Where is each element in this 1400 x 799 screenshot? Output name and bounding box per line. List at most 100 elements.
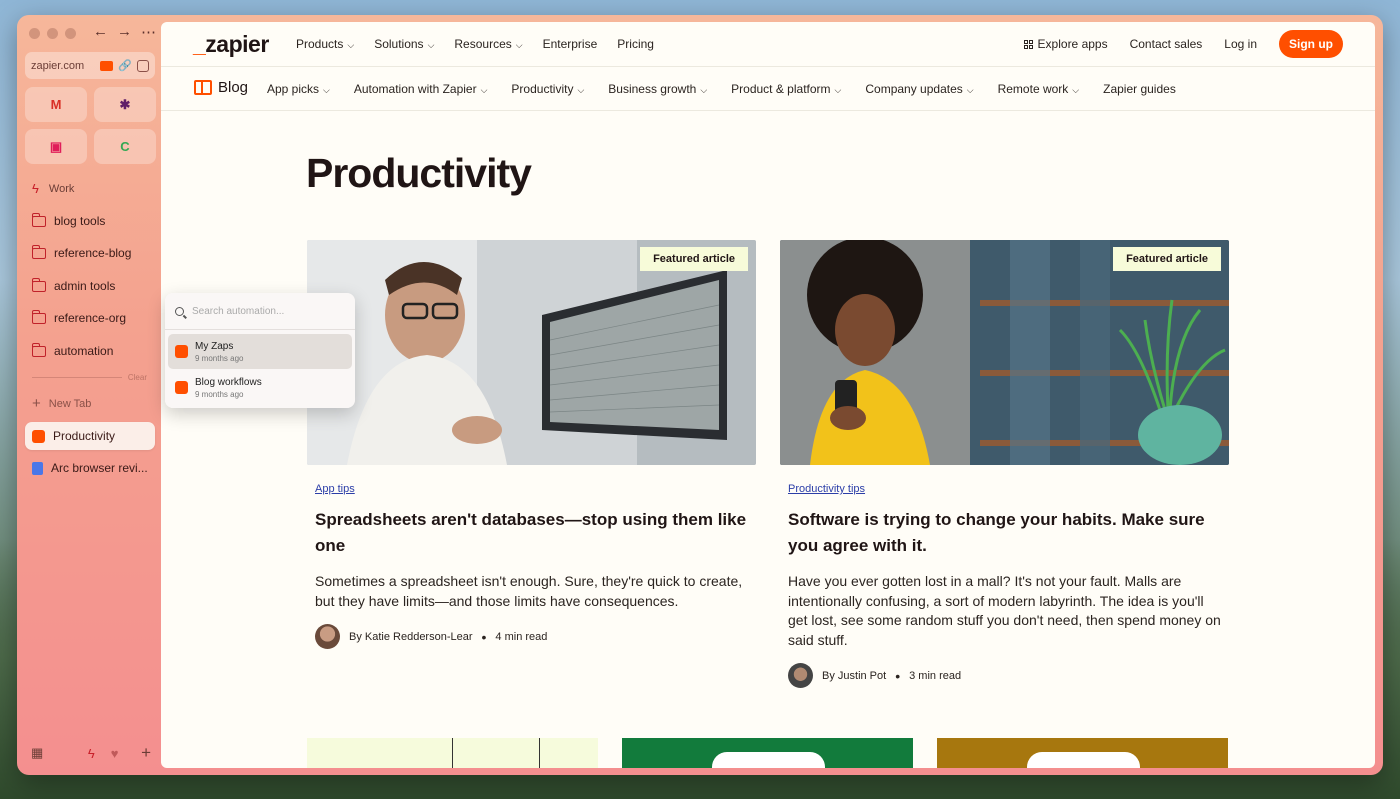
blog-nav-automation[interactable]: Automation with Zapier ⌵ <box>354 82 488 96</box>
sidebar-item-label: blog tools <box>54 214 106 228</box>
tabs-divider: Clear <box>32 373 147 382</box>
article-thumbnail[interactable] <box>937 738 1228 768</box>
sidebar-item-label: automation <box>54 344 114 358</box>
nav-enterprise[interactable]: Enterprise <box>543 37 598 51</box>
zapier-icon <box>175 345 188 358</box>
chevron-down-icon: ⌵ <box>323 85 330 95</box>
close-window-button[interactable] <box>29 28 40 39</box>
plus-icon: + <box>32 395 41 412</box>
forward-arrow-icon[interactable]: → <box>117 23 132 41</box>
blog-nav-company-updates[interactable]: Company updates ⌵ <box>865 82 973 96</box>
minimize-window-button[interactable] <box>47 28 58 39</box>
back-arrow-icon[interactable]: ← <box>93 23 108 41</box>
folder-icon <box>31 212 46 227</box>
signup-button[interactable]: Sign up <box>1279 30 1343 58</box>
heart-icon[interactable]: ♥ <box>111 746 119 761</box>
blog-nav-remote-work[interactable]: Remote work ⌵ <box>998 82 1080 96</box>
space-label[interactable]: ϟ Work <box>32 181 74 196</box>
apps-grid-icon <box>1023 40 1033 50</box>
article-thumbnail[interactable] <box>622 738 913 768</box>
sidebar-item-label: reference-org <box>54 311 127 325</box>
favorite-calendar[interactable]: ▣ <box>25 129 87 164</box>
explore-apps-link[interactable]: Explore apps <box>1023 37 1108 51</box>
author-name[interactable]: By Katie Redderson-Lear <box>349 631 473 643</box>
clear-tabs-button[interactable]: Clear <box>128 373 147 382</box>
article-description: Sometimes a spreadsheet isn't enough. Su… <box>315 573 743 609</box>
sidebar-folder-reference-org[interactable]: reference-org <box>25 304 155 332</box>
zapier-logo[interactable]: _zapier <box>193 31 269 58</box>
spreadsheet-photo <box>307 240 756 465</box>
space-bolt-icon[interactable]: ϟ <box>88 746 95 761</box>
folder-icon <box>31 277 46 292</box>
read-time: 4 min read <box>495 630 548 643</box>
nav-buttons: ← → ⋯ <box>93 23 156 41</box>
main-nav: Products ⌵ Solutions ⌵ Resources ⌵ Enterpri… <box>296 37 654 51</box>
nav-solutions[interactable]: Solutions ⌵ <box>374 37 434 51</box>
blog-nav-business-growth[interactable]: Business growth ⌵ <box>608 82 707 96</box>
article-card[interactable]: Featured article Productivity tips Softw… <box>780 240 1229 688</box>
sidebar-tab-arc-review[interactable]: Arc browser revi... <box>25 454 155 482</box>
article-thumbnail[interactable] <box>307 738 598 768</box>
author-name[interactable]: By Justin Pot <box>822 670 886 682</box>
gmail-icon: M <box>50 97 62 112</box>
favorite-chrome[interactable]: C <box>94 129 156 164</box>
article-image[interactable]: Featured article <box>780 240 1229 465</box>
space-label-text: Work <box>48 182 75 195</box>
folder-icon <box>31 309 46 324</box>
favorites-grid: M ✱ ▣ C <box>25 87 156 164</box>
blog-nav-app-picks[interactable]: App picks ⌵ <box>267 82 330 96</box>
blog-nav-product-platform[interactable]: Product & platform ⌵ <box>731 82 841 96</box>
slack-icon: ✱ <box>119 96 131 112</box>
article-title[interactable]: Spreadsheets aren't databases—stop using… <box>315 507 748 559</box>
blog-nav-zapier-guides[interactable]: Zapier guides <box>1103 82 1176 96</box>
article-byline: By Katie Redderson-Lear • 4 min read <box>315 624 756 649</box>
article-tag[interactable]: Productivity tips <box>788 483 1229 495</box>
nav-products[interactable]: Products ⌵ <box>296 37 354 51</box>
popup-search-row <box>165 293 355 330</box>
sidebar-folder-automation[interactable]: automation <box>25 337 155 365</box>
article-title[interactable]: Software is trying to change your habits… <box>788 507 1221 559</box>
automation-search-input[interactable] <box>192 305 342 317</box>
sidebar-folder-blog-tools[interactable]: blog tools <box>25 207 155 235</box>
link-icon[interactable]: 🔗 <box>118 59 132 72</box>
article-description: Have you ever gotten lost in a mall? It'… <box>788 573 1221 648</box>
sidebar-item-label: reference-blog <box>54 246 132 260</box>
article-image[interactable]: Featured article <box>307 240 756 465</box>
favorite-gmail[interactable]: M <box>25 87 87 122</box>
popup-result-blog-workflows[interactable]: Blog workflows 9 months ago <box>168 370 352 405</box>
popup-result-my-zaps[interactable]: My Zaps 9 months ago <box>168 334 352 369</box>
tab-label: Arc browser revi... <box>51 461 148 475</box>
read-time: 3 min read <box>909 669 962 682</box>
sidebar-folder-reference-blog[interactable]: reference-blog <box>25 239 155 267</box>
favorite-slack[interactable]: ✱ <box>94 87 156 122</box>
article-tag[interactable]: App tips <box>315 483 756 495</box>
url-bar[interactable]: zapier.com 🔗 <box>25 52 155 79</box>
article-card[interactable]: Featured article App tips Spreadsheets a… <box>307 240 756 649</box>
chevron-down-icon: ⌵ <box>577 85 585 95</box>
new-tab-label: New Tab <box>48 397 92 410</box>
maximize-window-button[interactable] <box>65 28 76 39</box>
archive-icon[interactable]: ▦ <box>31 745 43 761</box>
nav-resources[interactable]: Resources ⌵ <box>454 37 522 51</box>
reader-icon[interactable] <box>137 59 149 72</box>
contact-sales-link[interactable]: Contact sales <box>1130 37 1203 51</box>
login-link[interactable]: Log in <box>1224 37 1257 51</box>
more-options-icon[interactable]: ⋯ <box>141 23 156 41</box>
add-space-icon[interactable]: + <box>141 743 151 763</box>
zapier-extension-icon[interactable] <box>100 60 114 71</box>
author-avatar <box>315 624 340 649</box>
featured-badge: Featured article <box>1113 247 1221 271</box>
thumbnail-pill <box>1027 752 1140 768</box>
nav-pricing[interactable]: Pricing <box>617 37 654 51</box>
result-subtitle: 9 months ago <box>195 353 244 363</box>
blog-nav-productivity[interactable]: Productivity ⌵ <box>511 82 584 96</box>
chevron-down-icon: ⌵ <box>700 85 708 95</box>
docs-favicon-icon <box>32 461 43 475</box>
new-tab-button[interactable]: + New Tab <box>32 395 91 412</box>
sidebar-folder-admin-tools[interactable]: admin tools <box>25 272 155 300</box>
blog-home-link[interactable]: Blog <box>194 79 248 96</box>
sidebar-tab-productivity[interactable]: Productivity <box>25 422 155 450</box>
right-nav: Explore apps Contact sales Log in Sign u… <box>1023 30 1343 58</box>
url-text: zapier.com <box>31 59 85 72</box>
phone-photo <box>780 240 1229 465</box>
